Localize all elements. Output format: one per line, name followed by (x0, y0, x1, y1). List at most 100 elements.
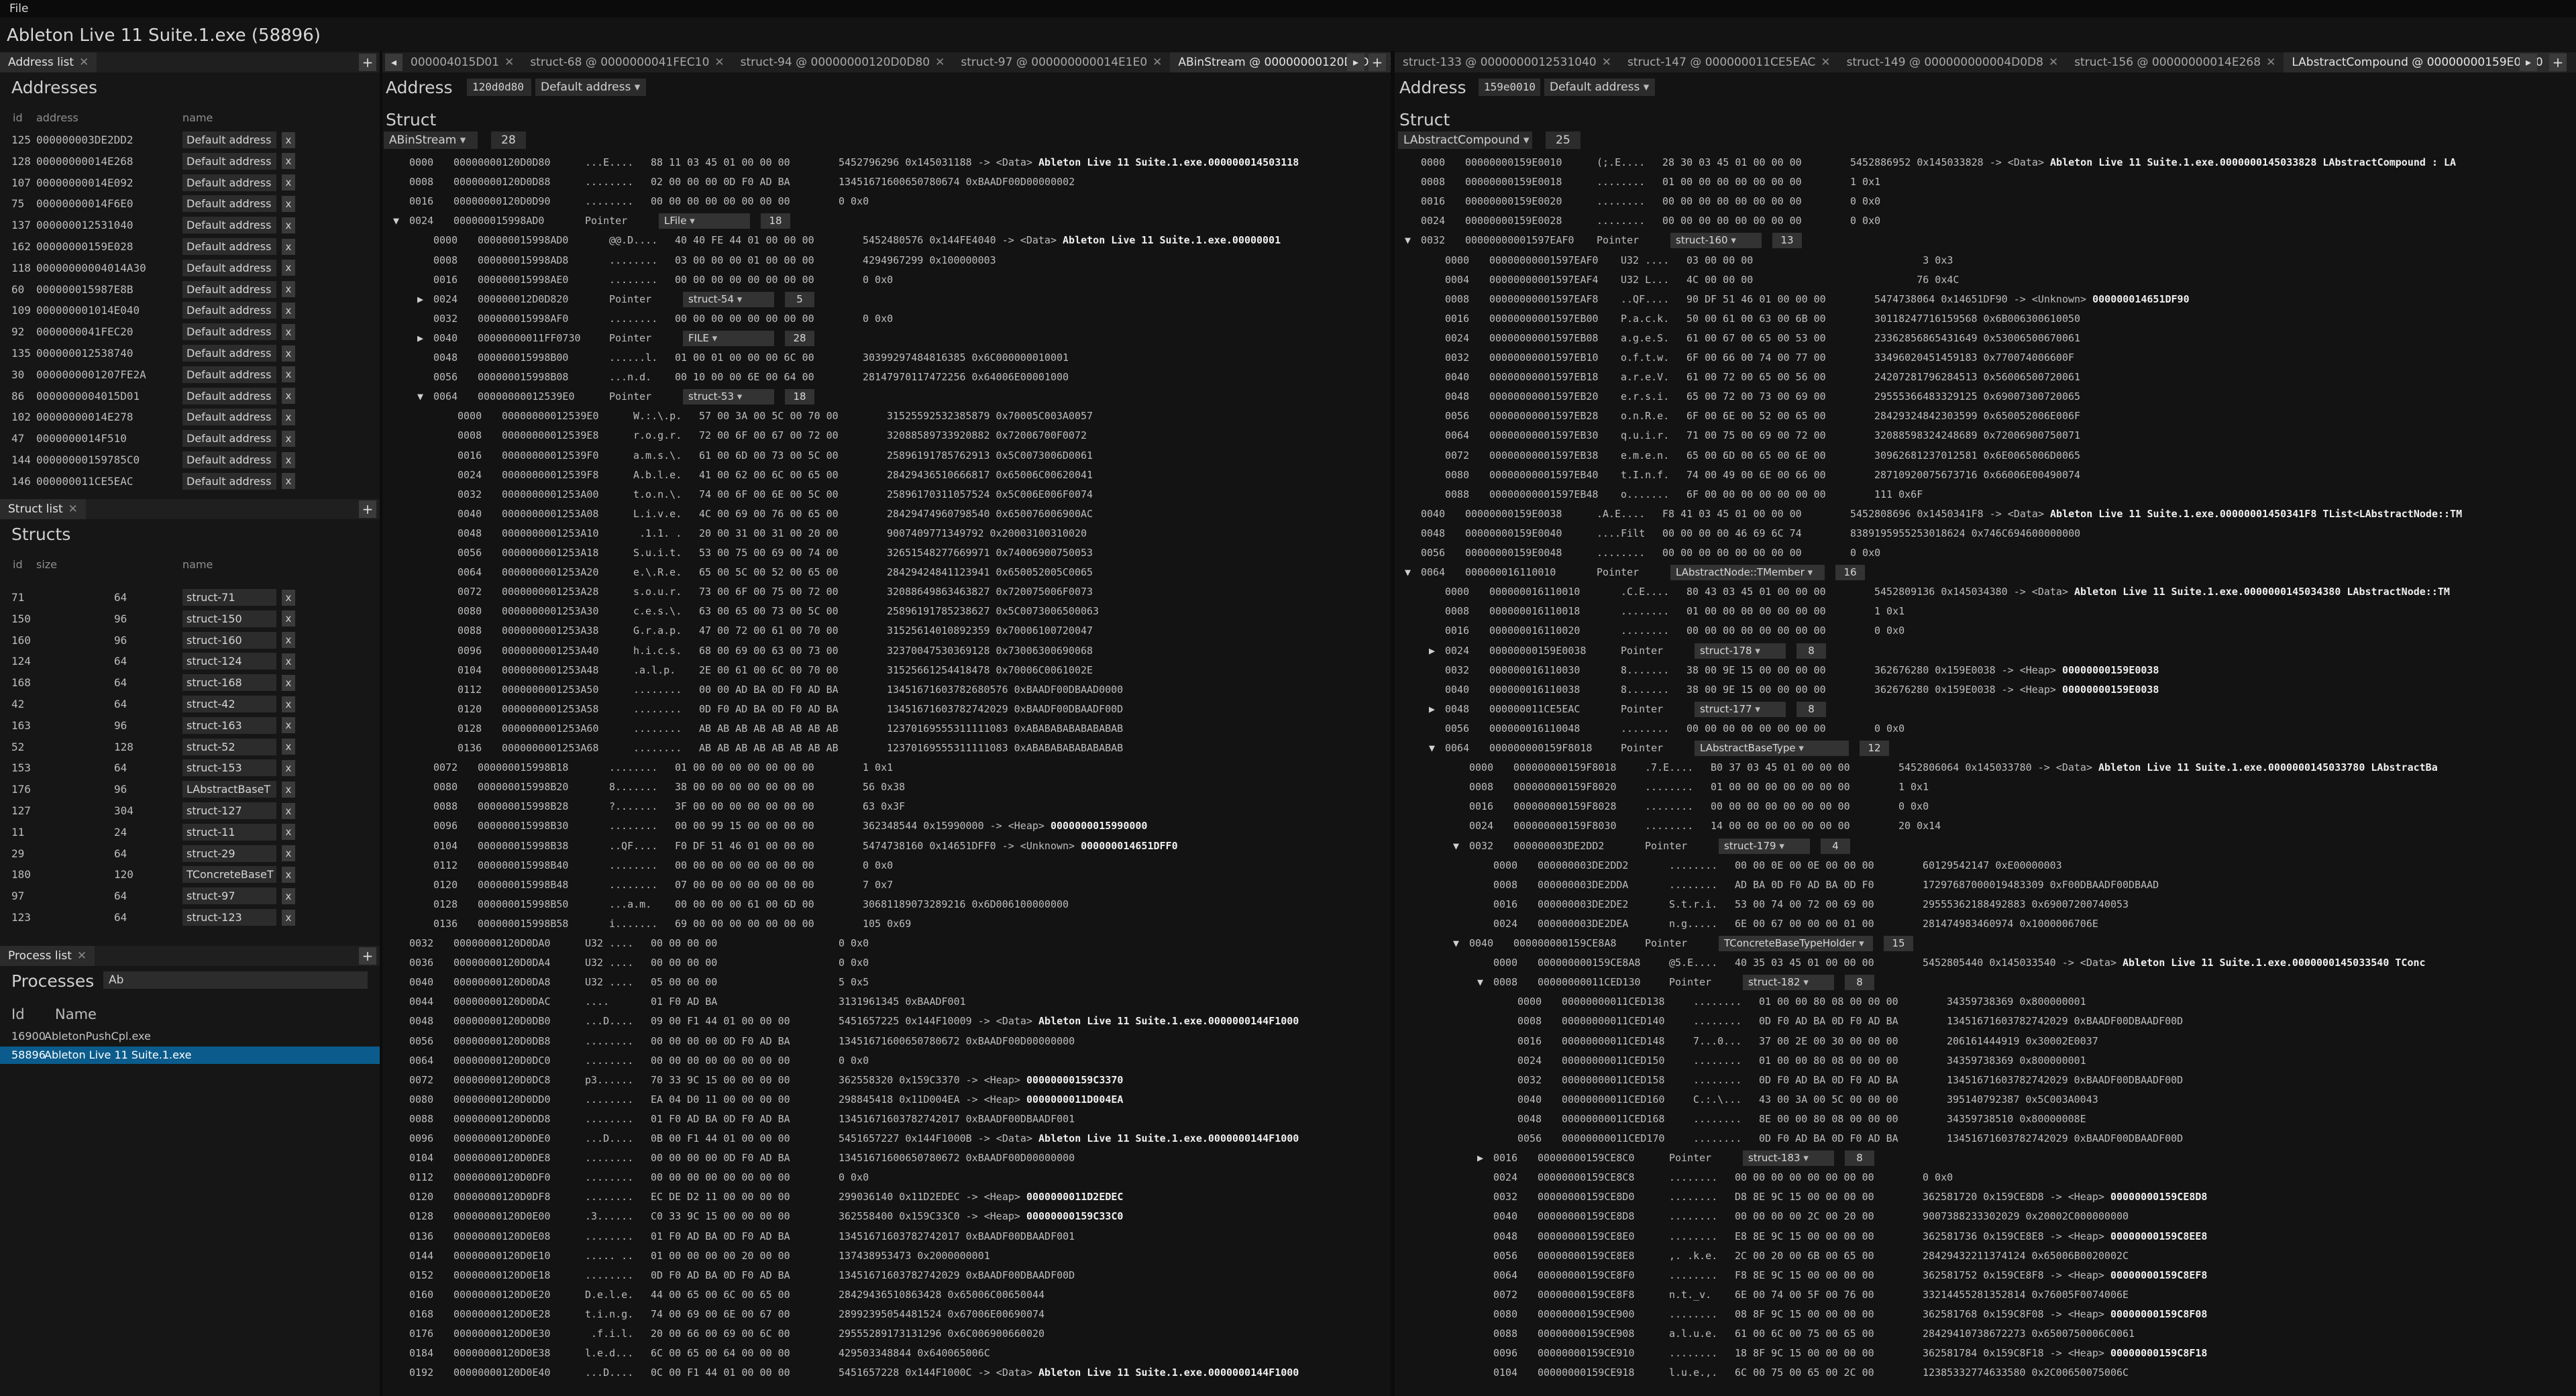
remove-address-button[interactable]: x (282, 430, 295, 447)
address-row[interactable]: 86 0000000004015D01 Default address x (0, 386, 380, 406)
remove-address-button[interactable]: x (282, 388, 295, 405)
close-icon[interactable]: ✕ (1152, 56, 1162, 69)
address-name-input[interactable]: Default address (182, 430, 276, 447)
remove-address-button[interactable]: x (282, 323, 295, 340)
remove-struct-button[interactable]: x (282, 888, 295, 904)
memory-view-tab[interactable]: struct-97 @ 000000000014E1E0 ✕ (953, 52, 1170, 72)
expand-toggle-icon[interactable]: ▶ (417, 290, 433, 309)
expand-toggle-icon[interactable]: ▶ (1429, 641, 1445, 660)
address-name-input[interactable]: Default address (182, 238, 276, 255)
memory-view-tab[interactable]: struct-156 @ 00000000014E268 ✕ (2066, 52, 2284, 72)
remove-struct-button[interactable]: x (282, 674, 295, 691)
tab-process-list[interactable]: Process list ✕ (0, 946, 95, 966)
add-tab-button[interactable]: + (2549, 54, 2567, 71)
remove-struct-button[interactable]: x (282, 696, 295, 712)
struct-row[interactable]: 150 96 struct-150 x (0, 609, 380, 629)
process-filter-input[interactable]: Ab (103, 971, 368, 989)
pointer-struct-select[interactable]: FILE (683, 330, 774, 346)
splitter[interactable] (380, 51, 382, 1396)
remove-struct-button[interactable]: x (282, 824, 295, 841)
remove-address-button[interactable]: x (282, 174, 295, 191)
remove-struct-button[interactable]: x (282, 845, 295, 862)
struct-name-input[interactable]: struct-123 (182, 909, 276, 926)
struct-row[interactable]: 42 64 struct-42 x (0, 694, 380, 714)
memory-view-tab[interactable]: 000004015D01 ✕ (402, 52, 522, 72)
close-icon[interactable]: ✕ (935, 56, 945, 69)
pointer-count-field[interactable]: 5 (785, 291, 814, 307)
pointer-struct-select[interactable]: LFile (659, 213, 750, 229)
add-tab-button[interactable]: + (1368, 54, 1386, 71)
struct-name-input[interactable]: struct-150 (182, 610, 276, 627)
address-row[interactable]: 118 00000000004014A30 Default address x (0, 258, 380, 278)
tab-struct-list[interactable]: Struct list ✕ (0, 499, 86, 519)
remove-address-button[interactable]: x (282, 238, 295, 255)
expand-toggle-icon[interactable]: ▼ (1453, 934, 1469, 953)
struct-row[interactable]: 153 64 struct-153 x (0, 758, 380, 777)
close-icon[interactable]: ✕ (1389, 56, 1391, 69)
address-row[interactable]: 75 00000000014F6E0 Default address x (0, 194, 380, 213)
pointer-count-field[interactable]: 13 (1772, 233, 1802, 249)
expand-toggle-icon[interactable]: ▼ (1453, 837, 1469, 855)
expand-toggle-icon[interactable]: ▼ (1429, 739, 1445, 757)
remove-struct-button[interactable]: x (282, 739, 295, 755)
expand-toggle-icon[interactable]: ▼ (417, 387, 433, 406)
remove-struct-button[interactable]: x (282, 632, 295, 649)
struct-name-input[interactable]: struct-11 (182, 823, 276, 841)
memory-view-tab[interactable]: struct-68 @ 0000000041FEC10 ✕ (522, 52, 732, 72)
struct-row[interactable]: 123 64 struct-123 x (0, 908, 380, 927)
struct-row[interactable]: 97 64 struct-97 x (0, 886, 380, 906)
address-name-input[interactable]: Default address (182, 259, 276, 276)
address-name-input[interactable]: Default address (182, 472, 276, 490)
expand-toggle-icon[interactable]: ▼ (1405, 231, 1421, 250)
struct-name-input[interactable]: struct-52 (182, 738, 276, 755)
struct-name-input[interactable]: TConcreteBaseT (182, 866, 276, 883)
pointer-count-field[interactable]: 8 (1796, 643, 1826, 659)
pointer-struct-select[interactable]: LAbstractBaseType (1695, 741, 1849, 756)
address-row[interactable]: 92 0000000041FEC20 Default address x (0, 322, 380, 341)
struct-name-input[interactable]: struct-71 (182, 589, 276, 606)
expand-toggle-icon[interactable]: ▼ (1405, 563, 1421, 582)
struct-row[interactable]: 168 64 struct-168 x (0, 673, 380, 692)
tab-address-list[interactable]: Address list ✕ (0, 52, 97, 72)
struct-row[interactable]: 52 128 struct-52 x (0, 737, 380, 757)
add-tab-button[interactable]: + (359, 500, 376, 518)
remove-struct-button[interactable]: x (282, 717, 295, 734)
pointer-count-field[interactable]: 16 (1835, 565, 1865, 581)
struct-row[interactable]: 71 64 struct-71 x (0, 588, 380, 607)
pointer-struct-select[interactable]: TConcreteBaseTypeHolder (1719, 936, 1873, 951)
splitter[interactable] (1391, 51, 1395, 1396)
remove-address-button[interactable]: x (282, 217, 295, 233)
address-name-input[interactable]: Default address (182, 280, 276, 298)
pointer-count-field[interactable]: 8 (1845, 1150, 1874, 1167)
address-row[interactable]: 137 000000012531040 Default address x (0, 215, 380, 235)
address-row[interactable]: 107 00000000014E092 Default address x (0, 173, 380, 193)
close-icon[interactable]: ✕ (2049, 56, 2058, 69)
struct-row[interactable]: 124 64 struct-124 x (0, 651, 380, 671)
struct-row[interactable]: 29 64 struct-29 x (0, 844, 380, 863)
address-row[interactable]: 125 000000003DE2DD2 Default address x (0, 130, 380, 150)
struct-row[interactable]: 163 96 struct-163 x (0, 716, 380, 735)
pointer-count-field[interactable]: 15 (1884, 936, 1913, 951)
close-icon[interactable]: ✕ (1602, 56, 1611, 69)
close-icon[interactable]: ✕ (1821, 56, 1830, 69)
process-row[interactable]: 16900AbletonPushCpl.exe (0, 1028, 380, 1045)
address-name-input[interactable]: Default address (182, 387, 276, 405)
struct-type-select[interactable]: ABinStream (384, 131, 478, 149)
address-name-input[interactable]: Default address (182, 451, 276, 468)
close-icon[interactable]: ✕ (2266, 56, 2275, 69)
add-tab-button[interactable]: + (359, 54, 376, 71)
struct-name-input[interactable]: struct-97 (182, 888, 276, 905)
memory-view-tab[interactable]: struct-94 @ 00000000120D0D80 ✕ (733, 52, 953, 72)
address-name-input[interactable]: Default address (182, 217, 276, 234)
remove-address-button[interactable]: x (282, 366, 295, 383)
address-input[interactable]: 120d0d80 (467, 78, 531, 96)
address-name-input[interactable]: Default address (182, 174, 276, 191)
address-name-input[interactable]: Default address (182, 195, 276, 213)
expand-toggle-icon[interactable]: ▶ (1477, 1148, 1493, 1167)
close-icon[interactable]: ✕ (79, 56, 89, 69)
address-row[interactable]: 144 00000000159785C0 Default address x (0, 450, 380, 470)
struct-name-input[interactable]: struct-160 (182, 631, 276, 649)
remove-address-button[interactable]: x (282, 345, 295, 362)
address-name-input[interactable]: Default address (182, 152, 276, 170)
expand-toggle-icon[interactable]: ▼ (1477, 973, 1493, 991)
